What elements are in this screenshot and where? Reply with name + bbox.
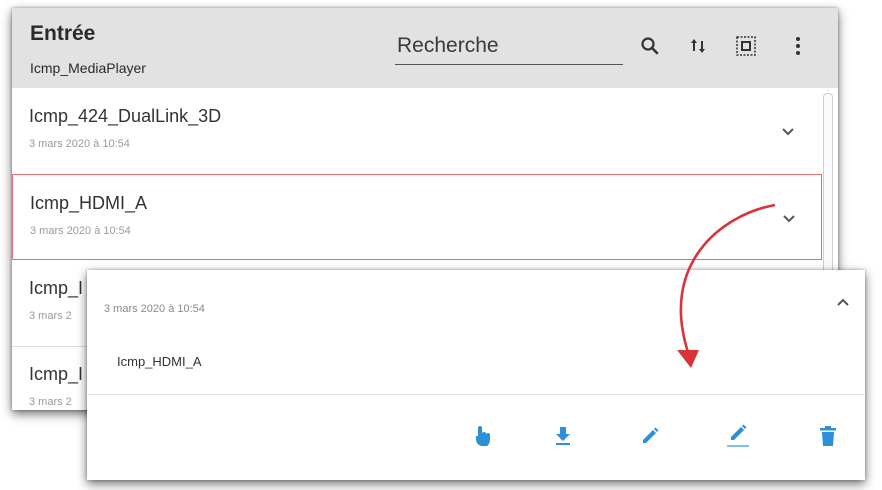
list-item-title: Icmp_I: [29, 278, 84, 298]
list-item-date: 3 mars 2: [29, 396, 72, 408]
list-item-selected[interactable]: Icmp_HDMI_A 3 mars 2020 à 10:54: [12, 174, 822, 260]
chevron-down-icon[interactable]: [778, 122, 798, 142]
sort-icon[interactable]: [686, 34, 710, 58]
edit-icon[interactable]: [636, 422, 664, 450]
search-icon[interactable]: [638, 34, 662, 58]
card-divider: [87, 394, 865, 395]
chevron-down-icon[interactable]: [779, 209, 799, 229]
list-item-title: Icmp_I: [29, 364, 84, 384]
search-input[interactable]: [395, 28, 623, 65]
list-item-title: Icmp_424_DualLink_3D: [29, 106, 222, 126]
page-subtitle: Icmp_MediaPlayer: [30, 60, 146, 76]
select-all-icon[interactable]: [734, 34, 758, 58]
list-item[interactable]: Icmp_424_DualLink_3D 3 mars 2020 à 10:54: [12, 88, 822, 175]
more-vert-icon[interactable]: [786, 34, 810, 58]
panel-header: Entrée Icmp_MediaPlayer: [12, 8, 838, 88]
list-item-title: Icmp_HDMI_A: [30, 193, 148, 213]
list-item-date: 3 mars 2020 à 10:54: [30, 225, 131, 237]
chevron-up-icon[interactable]: [833, 292, 853, 312]
list-item-date: 3 mars 2020 à 10:54: [29, 138, 130, 150]
delete-icon[interactable]: [814, 422, 842, 450]
card-item-name: Icmp_HDMI_A: [117, 354, 202, 369]
page-title: Entrée: [30, 22, 96, 45]
touch-icon[interactable]: [468, 422, 496, 450]
expanded-item-card: 3 mars 2020 à 10:54 Icmp_HDMI_A: [87, 270, 865, 480]
card-date: 3 mars 2020 à 10:54: [104, 303, 205, 315]
download-icon[interactable]: [549, 422, 577, 450]
list-item-date: 3 mars 2: [29, 310, 72, 322]
edit-underline-icon[interactable]: [724, 422, 752, 450]
